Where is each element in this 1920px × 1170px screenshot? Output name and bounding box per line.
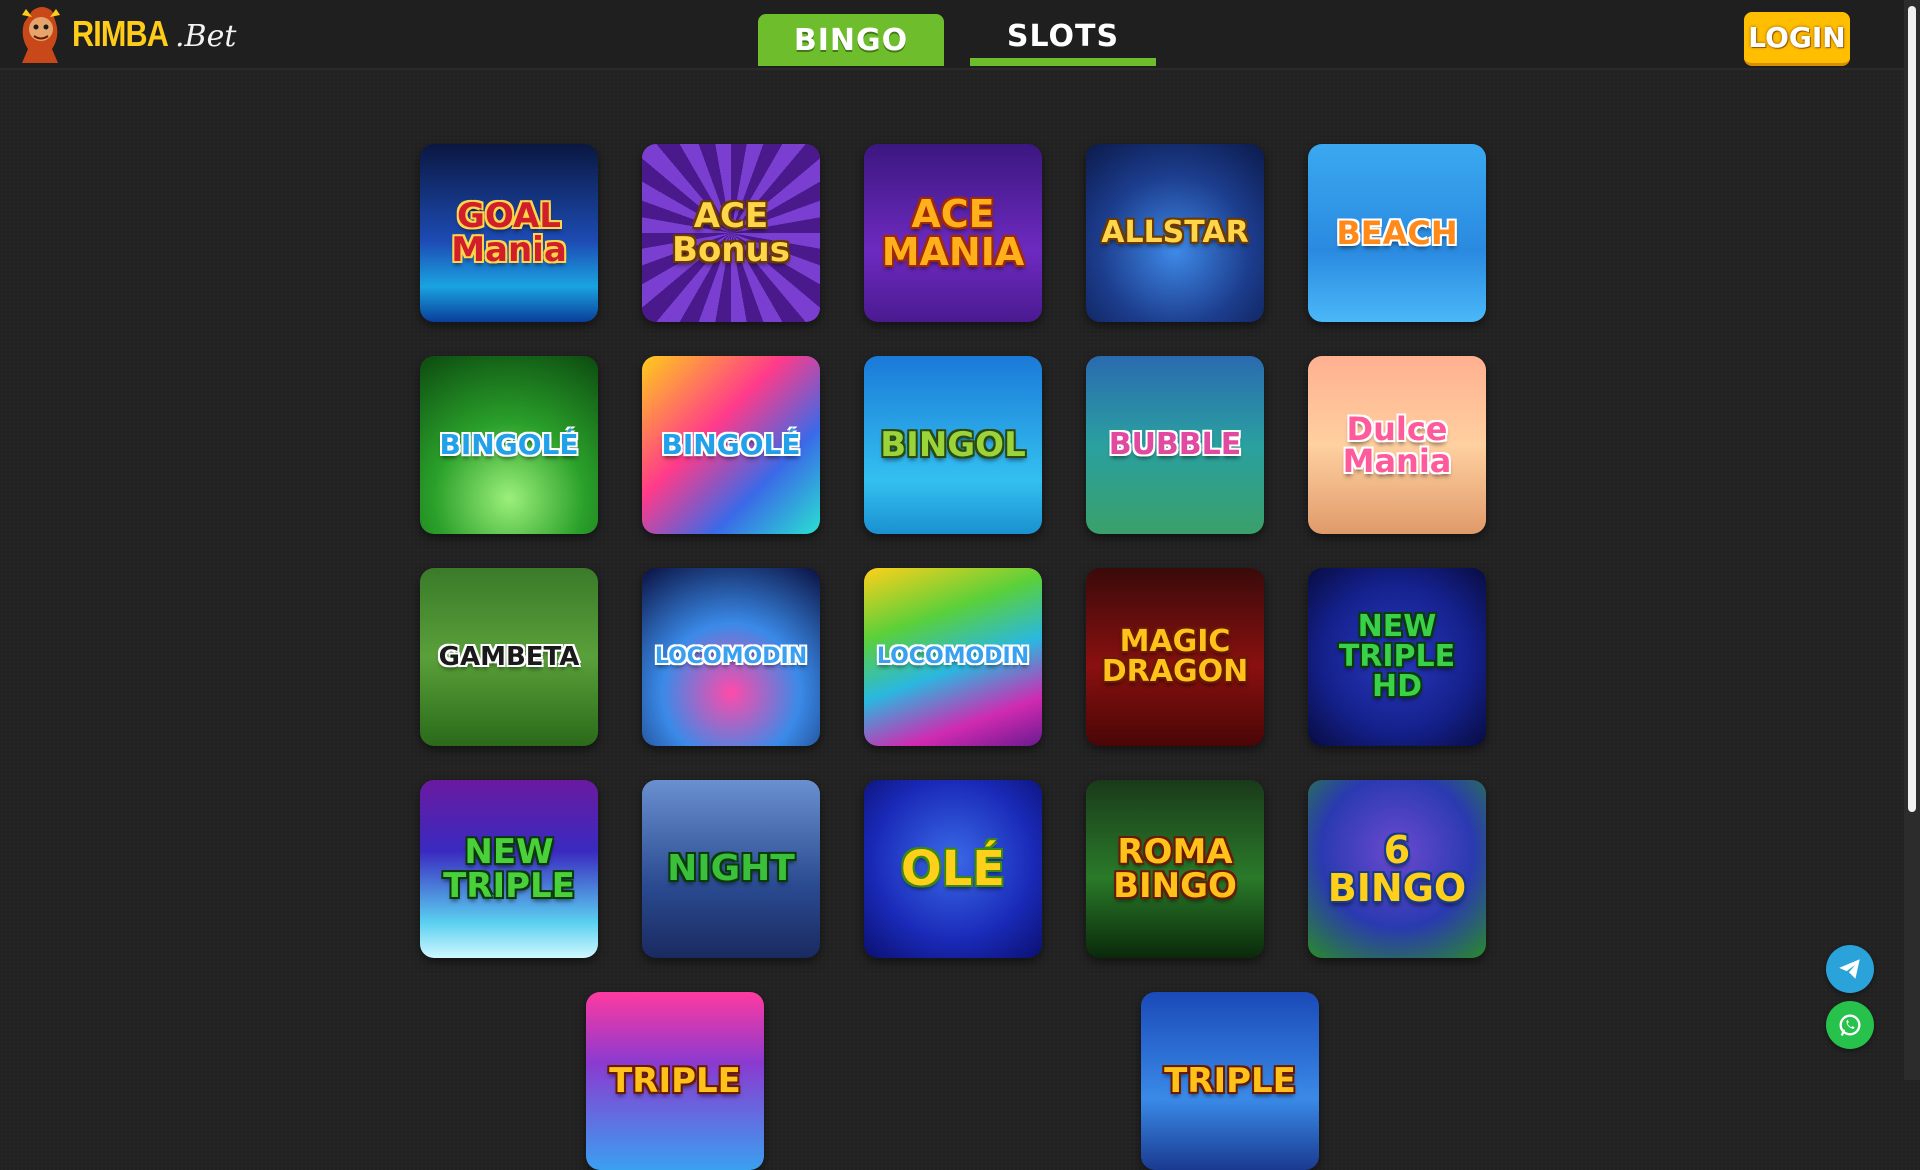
whatsapp-icon [1839, 1014, 1861, 1036]
scrollbar-thumb[interactable] [1908, 6, 1916, 812]
game-tile[interactable]: ACE MANIA [864, 144, 1042, 322]
game-title: BINGOLÉ [661, 428, 801, 461]
top-navigation-bar: RIMBA .Bet BINGO SLOTS LOGIN [0, 0, 1904, 70]
monkey-mascot-icon [12, 3, 70, 65]
game-tile[interactable]: NEW TRIPLE [420, 780, 598, 958]
game-title: BINGOL [880, 425, 1026, 465]
game-tile[interactable]: ACE Bonus [642, 144, 820, 322]
game-tile[interactable]: BINGOLÉ [642, 356, 820, 534]
game-tile[interactable]: LOCOMODIN [642, 568, 820, 746]
logo-suffix: .Bet [174, 19, 237, 54]
game-tile[interactable]: Dulce Mania [1308, 356, 1486, 534]
game-tile[interactable]: BINGOL [864, 356, 1042, 534]
game-tile[interactable]: GAMBETA [420, 568, 598, 746]
game-title: GAMBETA [438, 642, 580, 672]
game-title: ALLSTAR [1101, 215, 1249, 250]
game-title: NIGHT [667, 848, 795, 889]
game-tile[interactable]: TRIPLE [586, 992, 764, 1170]
tab-bingo[interactable]: BINGO [758, 14, 944, 66]
telegram-button[interactable] [1826, 945, 1874, 993]
game-tile[interactable]: 6 BINGO [1308, 780, 1486, 958]
tab-slots[interactable]: SLOTS [970, 14, 1156, 66]
game-tile[interactable]: NIGHT [642, 780, 820, 958]
game-tile[interactable]: GOAL Mania [420, 144, 598, 322]
game-title: NEW TRIPLE HD [1338, 609, 1456, 704]
game-title: ROMA BINGO [1113, 832, 1237, 906]
telegram-icon [1839, 959, 1860, 979]
game-tile[interactable]: OLÉ [864, 780, 1042, 958]
game-title: BEACH [1336, 214, 1458, 252]
game-tile[interactable]: BINGOLÉ [420, 356, 598, 534]
game-title: LOCOMODIN [654, 644, 808, 669]
game-tile[interactable]: BUBBLE [1086, 356, 1264, 534]
rimba-bet-logo[interactable]: RIMBA .Bet [12, 0, 236, 68]
game-title: OLÉ [900, 841, 1006, 897]
game-title: ACE Bonus [672, 196, 790, 270]
game-title: GOAL Mania [451, 196, 567, 270]
game-title: BINGOLÉ [439, 428, 579, 461]
game-title: 6 BINGO [1327, 828, 1467, 910]
scrollbar[interactable] [1904, 0, 1920, 1080]
game-tile[interactable]: BEACH [1308, 144, 1486, 322]
game-title: TRIPLE [609, 1061, 741, 1101]
game-tile[interactable]: LOCOMODIN [864, 568, 1042, 746]
game-tile[interactable]: NEW TRIPLE HD [1308, 568, 1486, 746]
game-title: MAGIC DRAGON [1101, 624, 1249, 689]
game-tile[interactable]: TRIPLE [1141, 992, 1319, 1170]
game-tile[interactable]: MAGIC DRAGON [1086, 568, 1264, 746]
game-title: NEW TRIPLE [443, 832, 575, 906]
game-tile[interactable]: ROMA BINGO [1086, 780, 1264, 958]
game-title: ACE MANIA [881, 192, 1025, 274]
game-tile[interactable]: ALLSTAR [1086, 144, 1264, 322]
game-title: Dulce Mania [1342, 410, 1452, 480]
whatsapp-button[interactable] [1826, 1001, 1874, 1049]
game-title: TRIPLE [1164, 1061, 1296, 1101]
login-button[interactable]: LOGIN [1744, 12, 1850, 66]
logo-wordmark: RIMBA [72, 13, 169, 54]
game-title: LOCOMODIN [876, 644, 1030, 669]
game-title: BUBBLE [1108, 427, 1242, 462]
